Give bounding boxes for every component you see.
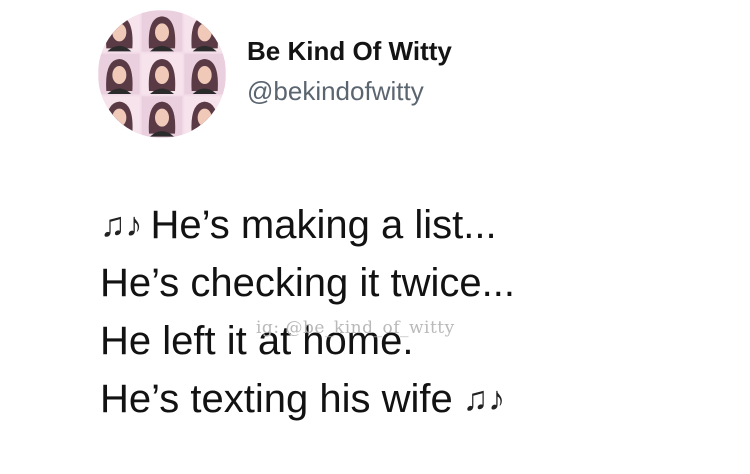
tweet-line-4: He’s texting his wife ♫♪	[100, 370, 720, 428]
tweet-text: ♫♪ He’s making a list... He’s checking it…	[100, 196, 720, 428]
tweet-header: Be Kind Of Witty @bekindofwitty	[98, 10, 698, 140]
avatar[interactable]	[98, 10, 226, 138]
tweet-line-4-text: He’s texting his wife	[100, 377, 453, 421]
avatar-collage-icon	[98, 10, 226, 138]
tweet-line-1-text: He’s making a list...	[150, 203, 497, 247]
author-handle[interactable]: @bekindofwitty	[247, 74, 452, 108]
tweet-card: Be Kind Of Witty @bekindofwitty ♫♪ He’s m…	[0, 0, 750, 474]
avatar-portrait-tile	[99, 53, 140, 95]
avatar-portrait-tile	[184, 96, 225, 137]
music-notes-icon: ♫♪	[100, 206, 143, 244]
avatar-portrait-tile	[184, 11, 225, 52]
music-notes-icon: ♫♪	[462, 380, 506, 418]
author-names: Be Kind Of Witty @bekindofwitty	[247, 34, 452, 108]
avatar-portrait-tile	[99, 11, 140, 52]
tweet-line-2: He’s checking it twice...	[100, 261, 515, 305]
avatar-portrait-tile	[141, 53, 183, 95]
avatar-portrait-tile	[184, 53, 225, 95]
avatar-portrait-tile	[141, 96, 183, 137]
avatar-portrait-tile	[99, 96, 140, 137]
avatar-portrait-tile	[141, 11, 183, 52]
watermark: ig: @be_kind_of_witty	[256, 318, 455, 338]
author-display-name[interactable]: Be Kind Of Witty	[247, 34, 452, 68]
tweet-line-1: ♫♪ He’s making a list...	[100, 196, 720, 254]
